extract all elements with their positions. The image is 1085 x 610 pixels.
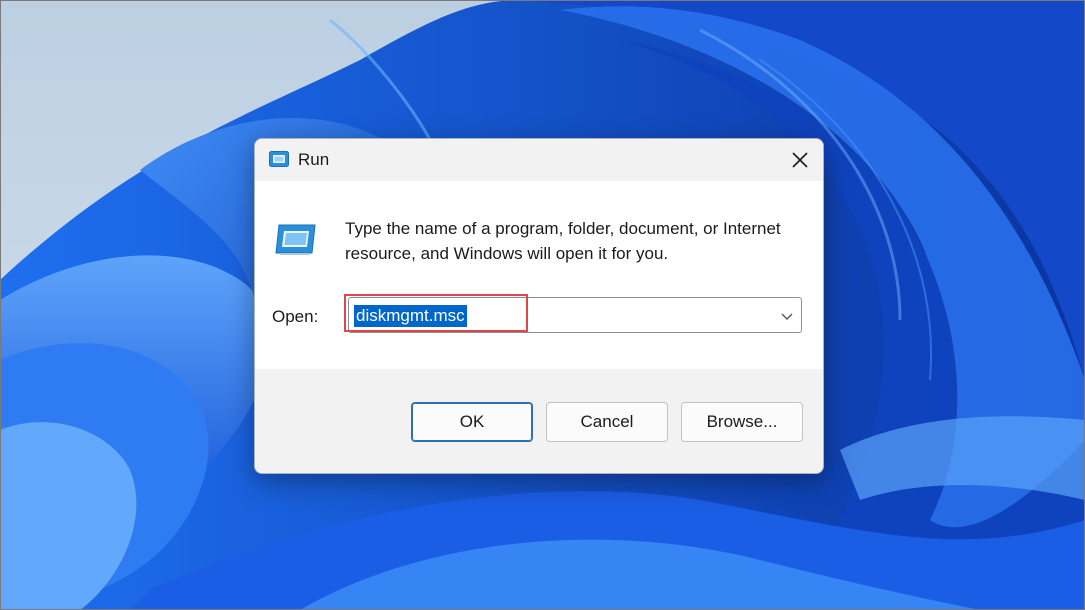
- cancel-button[interactable]: Cancel: [546, 402, 668, 442]
- dialog-title: Run: [298, 150, 330, 169]
- browse-button[interactable]: Browse...: [681, 402, 803, 442]
- close-button[interactable]: [783, 143, 817, 177]
- open-combobox[interactable]: diskmgmt.msc: [348, 297, 802, 333]
- dialog-body: Type the name of a program, folder, docu…: [255, 181, 823, 369]
- open-input[interactable]: diskmgmt.msc: [354, 305, 467, 327]
- chevron-down-icon[interactable]: [780, 309, 794, 323]
- run-icon: [269, 151, 289, 167]
- open-label-text: Open:: [272, 307, 319, 326]
- open-label: Open:: [272, 307, 318, 327]
- close-icon: [792, 152, 808, 168]
- cancel-label: Cancel: [580, 412, 634, 431]
- run-dialog: Run Type the name of a program, folder, …: [254, 138, 824, 474]
- instruction-text: Type the name of a program, folder, docu…: [345, 219, 781, 263]
- button-bar: OK Cancel Browse...: [255, 369, 823, 473]
- run-icon: [275, 224, 316, 255]
- ok-button[interactable]: OK: [411, 402, 533, 442]
- ok-label: OK: [459, 412, 485, 431]
- title-bar[interactable]: Run: [255, 139, 823, 181]
- browse-label: Browse...: [706, 412, 778, 431]
